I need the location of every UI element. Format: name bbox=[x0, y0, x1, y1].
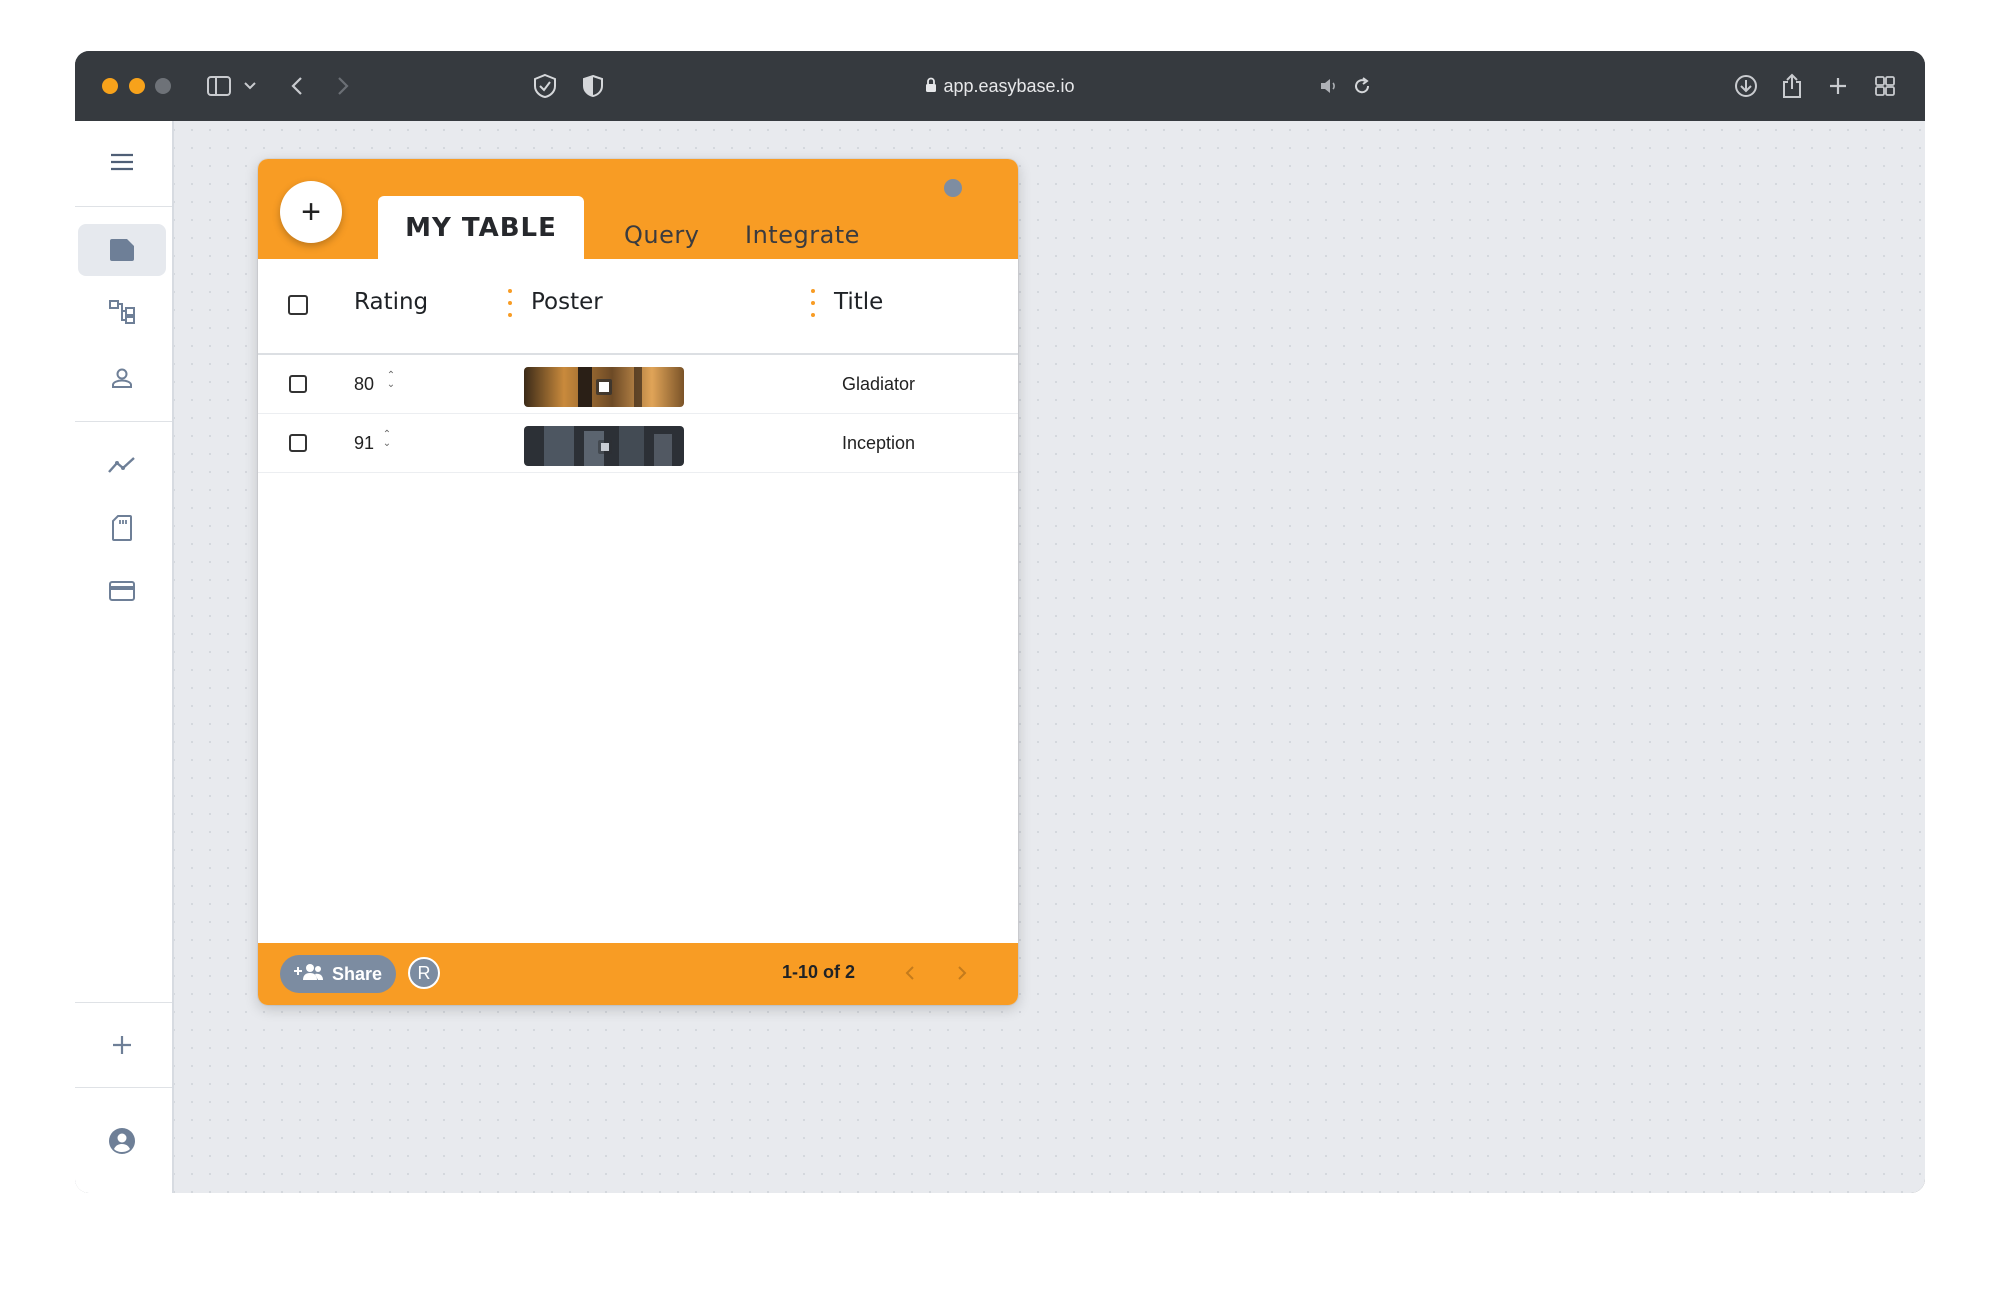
url-text: app.easybase.io bbox=[943, 76, 1075, 96]
select-all-checkbox[interactable] bbox=[288, 295, 308, 315]
add-icon[interactable] bbox=[78, 1019, 166, 1071]
card-header: + MY TABLE Query Integrate bbox=[258, 159, 1018, 259]
rating-stepper-icon[interactable]: ⌃ ⌄ bbox=[386, 371, 396, 393]
reload-icon[interactable] bbox=[1351, 73, 1373, 99]
analytics-icon[interactable] bbox=[78, 439, 166, 491]
sidebar-divider bbox=[75, 421, 172, 422]
share-label: Share bbox=[331, 963, 383, 984]
table-row[interactable]: 91 ⌃ ⌄ Inception bbox=[258, 414, 1018, 473]
sidebar bbox=[75, 121, 174, 1193]
rating-value[interactable]: 91 bbox=[354, 433, 374, 454]
browser-window: app.easybase.io + MY TABLE Query Integra… bbox=[75, 51, 1925, 1193]
column-menu-icon[interactable] bbox=[811, 289, 815, 321]
rating-value[interactable]: 80 bbox=[354, 374, 374, 395]
hierarchy-icon[interactable] bbox=[78, 286, 166, 338]
row-checkbox[interactable] bbox=[289, 375, 307, 393]
lock-icon bbox=[925, 74, 937, 100]
sidebar-divider bbox=[75, 1002, 172, 1003]
status-indicator bbox=[944, 179, 962, 197]
add-record-button[interactable]: + bbox=[280, 181, 342, 243]
account-icon[interactable] bbox=[78, 1115, 166, 1167]
billing-card-icon[interactable] bbox=[78, 565, 166, 617]
browser-titlebar: app.easybase.io bbox=[75, 51, 1925, 121]
avatar[interactable]: R bbox=[408, 957, 440, 989]
row-checkbox[interactable] bbox=[289, 434, 307, 452]
tab-query[interactable]: Query bbox=[624, 215, 699, 255]
tab-overview-icon[interactable] bbox=[1872, 73, 1898, 99]
speaker-icon[interactable] bbox=[1318, 73, 1340, 99]
title-value[interactable]: Inception bbox=[842, 433, 915, 454]
sidebar-divider bbox=[75, 1087, 172, 1088]
poster-thumbnail[interactable] bbox=[524, 426, 684, 466]
new-tab-icon[interactable] bbox=[1826, 73, 1850, 99]
card-footer: Share R 1-10 of 2 bbox=[258, 943, 1018, 1005]
sidebar-divider bbox=[75, 206, 172, 207]
pagination-info: 1-10 of 2 bbox=[782, 962, 856, 982]
address-bar[interactable]: app.easybase.io bbox=[75, 73, 1925, 99]
add-record-label: + bbox=[301, 193, 321, 231]
table-card: + MY TABLE Query Integrate Rating Poster… bbox=[258, 159, 1018, 1005]
share-button[interactable]: Share bbox=[280, 955, 396, 993]
tab-my-table[interactable]: MY TABLE bbox=[378, 196, 584, 259]
column-menu-icon[interactable] bbox=[508, 289, 512, 321]
previous-page-icon[interactable] bbox=[898, 960, 922, 986]
table-icon[interactable] bbox=[78, 224, 166, 276]
download-icon[interactable] bbox=[1733, 73, 1759, 99]
user-icon[interactable] bbox=[78, 352, 166, 404]
column-header-title[interactable]: Title bbox=[834, 289, 883, 315]
rating-stepper-icon[interactable]: ⌃ ⌄ bbox=[382, 430, 392, 452]
storage-card-icon[interactable] bbox=[78, 502, 166, 554]
share-icon[interactable] bbox=[1779, 73, 1805, 99]
poster-thumbnail[interactable] bbox=[524, 367, 684, 407]
next-page-icon[interactable] bbox=[950, 960, 974, 986]
add-people-icon bbox=[293, 963, 324, 986]
column-header-poster[interactable]: Poster bbox=[531, 289, 603, 315]
title-value[interactable]: Gladiator bbox=[842, 374, 915, 395]
table-row[interactable]: 80 ⌃ ⌄ Gladiator bbox=[258, 355, 1018, 414]
tab-integrate[interactable]: Integrate bbox=[745, 215, 860, 255]
menu-icon[interactable] bbox=[78, 136, 166, 188]
column-header-row: Rating Poster Title bbox=[258, 259, 1018, 355]
column-header-rating[interactable]: Rating bbox=[354, 289, 428, 315]
app-content: + MY TABLE Query Integrate Rating Poster… bbox=[75, 121, 1925, 1193]
